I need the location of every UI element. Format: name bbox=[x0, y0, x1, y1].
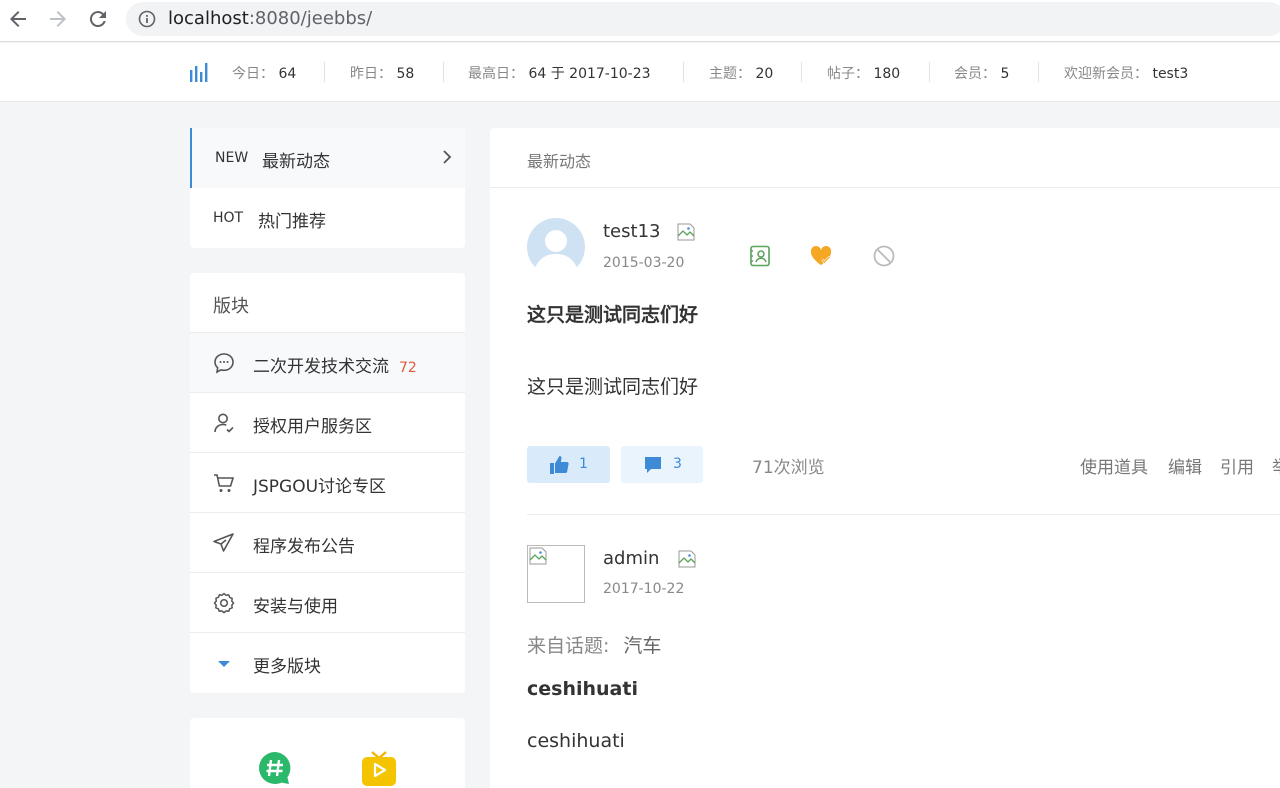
stat-topics: 主题： 20 bbox=[709, 66, 774, 82]
tv-video-icon[interactable] bbox=[361, 750, 397, 786]
stat-divider bbox=[443, 62, 444, 82]
chevron-right-icon bbox=[440, 148, 454, 166]
back-arrow-icon[interactable] bbox=[6, 7, 30, 31]
reload-icon[interactable] bbox=[86, 7, 110, 31]
heart-check-icon[interactable] bbox=[809, 244, 833, 268]
stat-welcome: 欢迎新会员： test3 bbox=[1064, 66, 1189, 82]
chat-bubble-icon bbox=[212, 351, 236, 375]
stat-divider bbox=[929, 62, 930, 82]
post-body: ceshihuati bbox=[527, 730, 625, 752]
from-topic: 来自话题: 汽车 bbox=[527, 635, 662, 657]
board-label: JSPGOU讨论专区 bbox=[253, 477, 387, 497]
post-date: 2017-10-22 bbox=[603, 581, 685, 597]
apps-card bbox=[190, 718, 465, 788]
boards-card: 版块 二次开发技术交流 72 授权用户服务区 JSPGOU讨论专区 程序发布公告 … bbox=[190, 273, 465, 693]
post-username[interactable]: test13 bbox=[603, 221, 660, 242]
stat-today: 今日： 64 bbox=[232, 66, 297, 82]
post-divider bbox=[527, 514, 1280, 515]
forward-arrow-icon[interactable] bbox=[46, 7, 70, 31]
like-button[interactable]: 1 bbox=[527, 446, 610, 483]
feed-title: 最新动态 bbox=[527, 152, 592, 171]
nav-label: 热门推荐 bbox=[258, 212, 326, 232]
caret-down-icon bbox=[212, 651, 236, 675]
like-count: 1 bbox=[579, 456, 588, 472]
post-username[interactable]: admin bbox=[603, 548, 659, 569]
board-label: 安装与使用 bbox=[253, 597, 338, 617]
quote-link[interactable]: 引用 bbox=[1220, 453, 1254, 478]
nav-item-hot[interactable]: HOT 热门推荐 bbox=[190, 188, 465, 248]
post-body: 这只是测试同志们好 bbox=[527, 376, 699, 398]
broken-image-icon bbox=[676, 222, 696, 242]
board-item[interactable]: JSPGOU讨论专区 bbox=[190, 452, 465, 512]
stat-peak: 最高日： 64 于 2017-10-23 bbox=[468, 66, 651, 82]
nav-tag: NEW bbox=[215, 150, 249, 166]
address-bar[interactable]: localhost:8080/jeebbs/ bbox=[126, 2, 1280, 36]
avatar-broken-image[interactable] bbox=[527, 545, 585, 603]
post-title[interactable]: 这只是测试同志们好 bbox=[527, 300, 698, 327]
nav-tag: HOT bbox=[213, 210, 244, 226]
hashtag-topic-icon[interactable] bbox=[257, 750, 293, 786]
post-date: 2015-03-20 bbox=[603, 255, 685, 271]
browser-toolbar: localhost:8080/jeebbs/ bbox=[0, 0, 1280, 42]
stat-divider bbox=[1038, 62, 1039, 82]
board-item[interactable]: 二次开发技术交流 72 bbox=[190, 332, 465, 392]
comment-icon bbox=[645, 457, 661, 473]
nav-label: 最新动态 bbox=[262, 152, 330, 172]
boards-title: 版块 bbox=[213, 296, 249, 317]
avatar[interactable] bbox=[527, 218, 585, 277]
use-tool-link[interactable]: 使用道具 bbox=[1080, 453, 1148, 478]
edit-link[interactable]: 编辑 bbox=[1168, 453, 1202, 478]
post-title[interactable]: ceshihuati bbox=[527, 678, 638, 700]
bar-chart-icon bbox=[189, 62, 209, 82]
stat-posts: 帖子： 180 bbox=[827, 66, 901, 82]
view-count: 71次浏览 bbox=[752, 458, 825, 478]
more-boards-button[interactable]: 更多版块 bbox=[190, 632, 465, 692]
feed-header: 最新动态 bbox=[490, 128, 1280, 188]
broken-image-icon bbox=[677, 549, 697, 569]
board-label: 程序发布公告 bbox=[253, 537, 355, 557]
more-boards-label: 更多版块 bbox=[253, 657, 321, 677]
board-item[interactable]: 授权用户服务区 bbox=[190, 392, 465, 452]
stat-divider bbox=[683, 62, 684, 82]
stat-divider bbox=[801, 62, 802, 82]
comment-button[interactable]: 3 bbox=[621, 446, 703, 483]
topic-link[interactable]: 汽车 bbox=[623, 635, 661, 657]
latest-feed-card: 最新动态 test13 2015-03-20 这只是测试同志们好 这只是测试同志… bbox=[490, 128, 1280, 788]
board-item[interactable]: 安装与使用 bbox=[190, 572, 465, 632]
stat-members: 会员： 5 bbox=[954, 66, 1010, 82]
gear-icon bbox=[212, 591, 236, 615]
contact-card-icon[interactable] bbox=[748, 244, 772, 268]
board-count: 72 bbox=[399, 360, 417, 376]
comment-count: 3 bbox=[673, 456, 682, 472]
nav-item-new[interactable]: NEW 最新动态 bbox=[190, 128, 465, 188]
board-label: 授权用户服务区 bbox=[253, 417, 372, 437]
board-label: 二次开发技术交流 72 bbox=[253, 357, 417, 377]
cart-icon bbox=[212, 471, 236, 495]
feed-nav-card: NEW 最新动态 HOT 热门推荐 bbox=[190, 128, 465, 248]
report-link[interactable]: 举 bbox=[1272, 453, 1280, 478]
info-icon[interactable] bbox=[138, 10, 156, 28]
forum-stats-bar: 今日： 64 昨日： 58 最高日： 64 于 2017-10-23 主题： 2… bbox=[0, 43, 1280, 102]
user-check-icon bbox=[212, 411, 236, 435]
thumbs-up-icon bbox=[550, 456, 569, 474]
stat-divider bbox=[324, 62, 325, 82]
board-item[interactable]: 程序发布公告 bbox=[190, 512, 465, 572]
block-icon[interactable] bbox=[872, 244, 896, 268]
url-text: localhost:8080/jeebbs/ bbox=[168, 8, 373, 29]
stat-yesterday: 昨日： 58 bbox=[350, 66, 415, 82]
paper-plane-icon bbox=[212, 531, 236, 555]
